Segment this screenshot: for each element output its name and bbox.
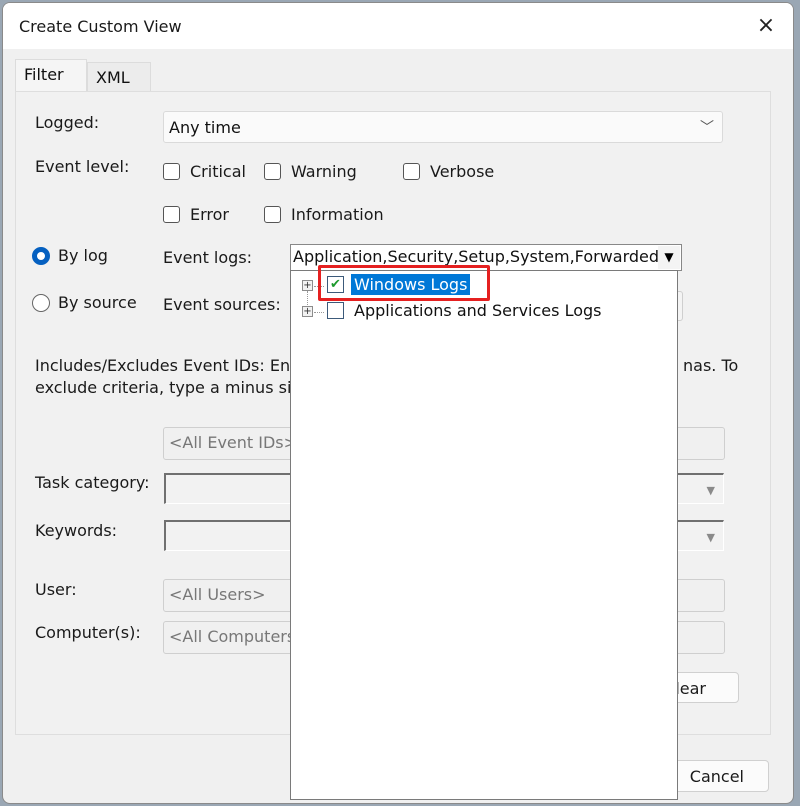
event-level-label: Event level: [35, 157, 130, 176]
error-checkbox[interactable] [163, 206, 180, 223]
event-sources-label: Event sources: [163, 295, 281, 314]
by-log-label: By log [58, 246, 108, 265]
tree-connector [314, 312, 324, 313]
keywords-label: Keywords: [35, 521, 118, 540]
error-label: Error [190, 205, 229, 224]
event-ids-description-line2: exclude criteria, type a minus sigr [35, 378, 309, 397]
by-source-radio[interactable] [32, 294, 50, 312]
warning-checkbox[interactable] [264, 163, 281, 180]
information-checkbox[interactable] [264, 206, 281, 223]
computers-placeholder: <All Computers [169, 627, 296, 646]
expand-icon[interactable]: + [302, 306, 313, 317]
logged-value: Any time [169, 118, 241, 137]
by-source-label: By source [58, 293, 137, 312]
critical-label: Critical [190, 162, 246, 181]
event-ids-description-line1-tail: nas. To [683, 356, 739, 375]
logged-label: Logged: [35, 113, 100, 132]
close-icon[interactable]: × [751, 11, 781, 41]
expand-icon[interactable]: + [302, 280, 313, 291]
clear-button-label: lear [675, 679, 706, 698]
event-ids-placeholder: <All Event IDs> [169, 433, 298, 452]
information-label: Information [291, 205, 384, 224]
event-logs-tree-popup [290, 270, 678, 800]
tab-filter[interactable]: Filter [15, 59, 87, 93]
by-log-radio[interactable] [32, 247, 50, 265]
dropdown-arrow-icon: ▼ [706, 531, 715, 544]
applications-services-logs-checkbox[interactable] [327, 302, 344, 319]
tab-xml[interactable]: XML [87, 62, 151, 91]
event-logs-label: Event logs: [163, 248, 253, 267]
dropdown-arrow-icon: ▼ [706, 484, 715, 497]
tree-item-applications-services-logs[interactable]: Applications and Services Logs [351, 300, 604, 321]
computers-label: Computer(s): [35, 623, 141, 642]
chevron-down-icon: ﹀ [700, 120, 714, 136]
critical-checkbox[interactable] [163, 163, 180, 180]
logged-select[interactable]: Any time ﹀ [163, 111, 723, 143]
verbose-label: Verbose [430, 162, 495, 181]
user-label: User: [35, 580, 77, 599]
tree-connector [307, 291, 308, 305]
annotation-highlight-box [318, 265, 490, 301]
event-logs-value: Application,Security,Setup,System,Forwar… [293, 247, 675, 266]
verbose-checkbox[interactable] [403, 163, 420, 180]
task-category-label: Task category: [35, 473, 150, 492]
user-placeholder: <All Users> [169, 585, 266, 604]
event-ids-description-line1: Includes/Excludes Event IDs: Ente [35, 356, 307, 375]
dialog-title: Create Custom View [19, 17, 182, 36]
cancel-button-label: Cancel [689, 767, 744, 786]
warning-label: Warning [291, 162, 357, 181]
title-bar: Create Custom View × [3, 3, 793, 49]
dropdown-arrow-icon[interactable]: ▼ [658, 246, 680, 269]
